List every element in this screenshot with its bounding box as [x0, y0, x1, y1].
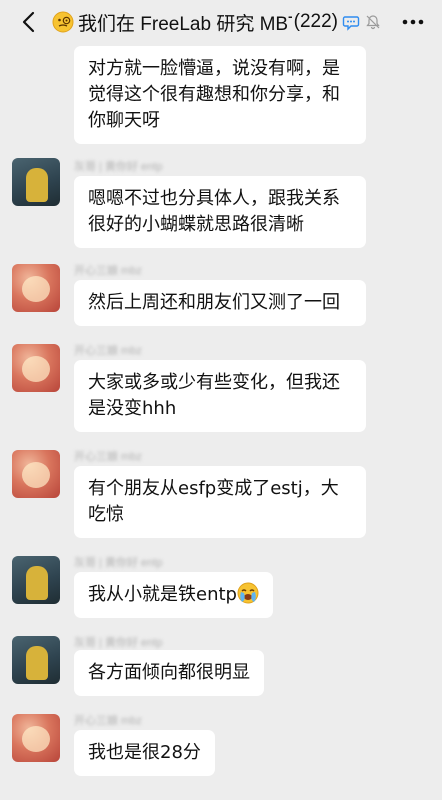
message-bubble[interactable]: 对方就一脸懵逼，说没有啊，是觉得这个很有趣想和你分享，和你聊天呀	[74, 46, 366, 144]
message-bubble[interactable]: 嗯嗯不过也分具体人，跟我关系很好的小蝴蝶就思路很清晰	[74, 176, 366, 248]
sender-name: 灰哥 | 黄你好 entp	[74, 557, 163, 569]
crying-face-icon	[237, 582, 259, 604]
sender-name: 灰哥 | 黄你好 entp	[74, 637, 163, 649]
message-bubble[interactable]: 各方面倾向都很明显	[74, 650, 264, 696]
message-text: 大家或多或少有些变化，但我还是没变hhh	[88, 372, 340, 419]
sender-name: 开心三娘 mbz	[74, 345, 142, 357]
sender-avatar[interactable]	[12, 450, 60, 498]
message-text: 然后上周还和朋友们又测了一回	[88, 292, 340, 313]
message-bubble[interactable]: 我也是很28分	[74, 730, 215, 776]
sender-name: 开心三娘 mbz	[74, 265, 142, 277]
message-text: 嗯嗯不过也分具体人，跟我关系很好的小蝴蝶就思路很清晰	[88, 188, 340, 235]
chat-header: 我们在 FreeLab 研究 MBT (222)	[0, 0, 442, 44]
chat-bubble-icon	[342, 16, 360, 31]
group-name: 我们在 FreeLab 研究 MBT	[78, 13, 292, 35]
sender-name: 灰哥 | 黄你好 entp	[74, 161, 163, 173]
message-bubble[interactable]: 然后上周还和朋友们又测了一回	[74, 280, 366, 326]
back-button[interactable]	[14, 6, 42, 38]
sender-avatar[interactable]	[12, 344, 60, 392]
message-text: 各方面倾向都很明显	[88, 662, 250, 683]
bell-muted-icon	[366, 15, 380, 30]
face-with-monocle-icon	[52, 11, 74, 33]
more-options-button[interactable]	[400, 10, 426, 34]
message-text: 对方就一脸懵逼，说没有啊，是觉得这个很有趣想和你分享，和你聊天呀	[88, 58, 340, 131]
message-text: 我从小就是铁entp	[88, 584, 237, 605]
sender-avatar[interactable]	[12, 264, 60, 312]
sender-avatar[interactable]	[12, 158, 60, 206]
sender-name: 开心三娘 mbz	[74, 715, 142, 727]
sender-avatar[interactable]	[12, 636, 60, 684]
sender-avatar[interactable]	[12, 556, 60, 604]
chevron-left-icon	[22, 11, 35, 33]
message-text: 有个朋友从esfp变成了estj，大吃惊	[88, 478, 339, 525]
more-dots-icon	[402, 19, 424, 25]
chat-title[interactable]: 我们在 FreeLab 研究 MBT (222)	[52, 8, 382, 36]
message-bubble[interactable]: 大家或多或少有些变化，但我还是没变hhh	[74, 360, 366, 432]
sender-name: 开心三娘 mbz	[74, 451, 142, 463]
message-text: 我也是很28分	[88, 742, 201, 763]
sender-avatar[interactable]	[12, 714, 60, 762]
message-bubble[interactable]: 我从小就是铁entp	[74, 572, 273, 618]
chat-message-list[interactable]: 对方就一脸懵逼，说没有啊，是觉得这个很有趣想和你分享，和你聊天呀 灰哥 | 黄你…	[0, 0, 442, 800]
member-count: (222)	[293, 11, 338, 32]
message-bubble[interactable]: 有个朋友从esfp变成了estj，大吃惊	[74, 466, 366, 538]
